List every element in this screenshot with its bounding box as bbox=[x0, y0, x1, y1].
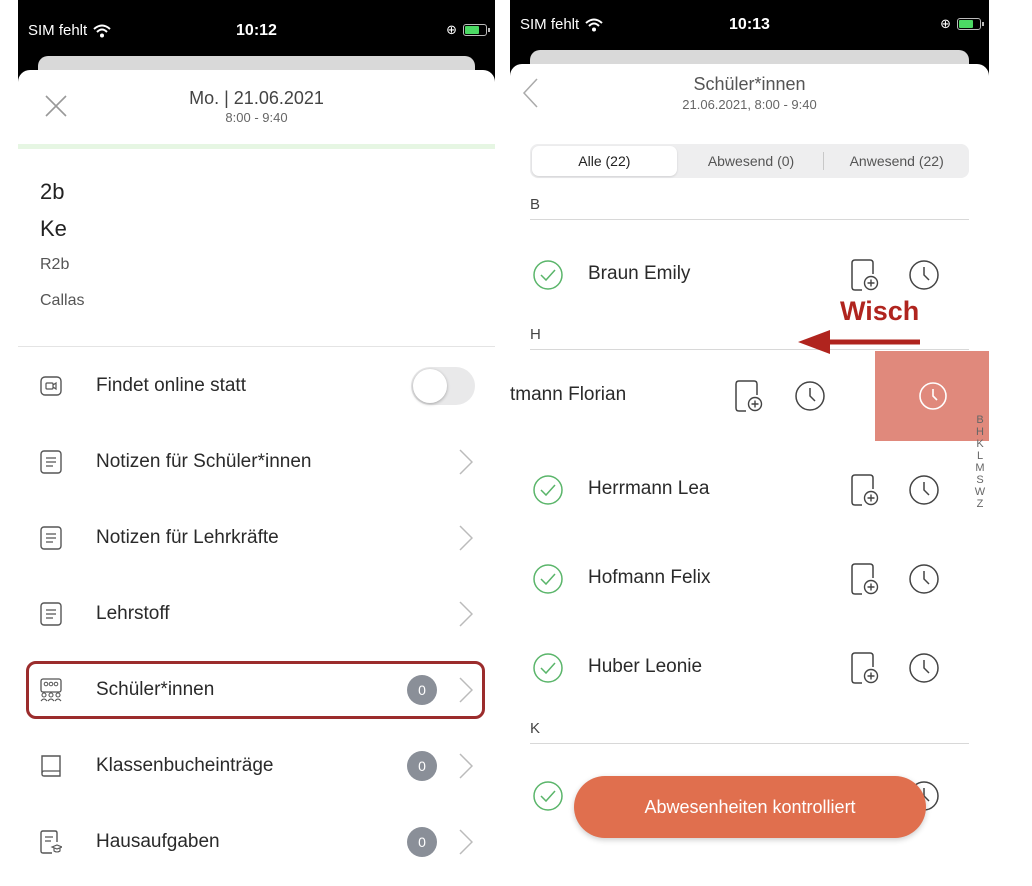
student-row-swiped[interactable]: tmann Florian bbox=[510, 366, 989, 426]
menu-item-lehrstoff[interactable]: Lehrstoff bbox=[18, 576, 495, 652]
clock-icon[interactable] bbox=[908, 652, 940, 684]
student-row[interactable]: Hofmann Felix bbox=[510, 549, 989, 609]
chevron-right-icon bbox=[459, 677, 473, 703]
status-right: ⊕ bbox=[446, 22, 490, 38]
menu-label: Notizen für Lehrkräfte bbox=[96, 527, 279, 548]
chevron-right-icon bbox=[459, 829, 473, 855]
status-bar: SIM fehlt 10:12 ⊕ bbox=[18, 0, 495, 44]
orientation-lock-icon: ⊕ bbox=[446, 22, 457, 37]
index-letter[interactable]: K bbox=[973, 438, 987, 450]
student-name: Hofmann Felix bbox=[588, 567, 711, 588]
index-letter[interactable]: S bbox=[973, 474, 987, 486]
menu-label: Lehrstoff bbox=[96, 603, 170, 624]
chevron-right-icon bbox=[459, 525, 473, 551]
note-icon bbox=[40, 602, 62, 626]
menu-label: Findet online statt bbox=[96, 375, 246, 396]
menu-item-teacher-notes[interactable]: Notizen für Lehrkräfte bbox=[18, 500, 495, 576]
menu-item-student-notes[interactable]: Notizen für Schüler*innen bbox=[18, 424, 495, 500]
students-header: Schüler*innen 21.06.2021, 8:00 - 9:40 bbox=[510, 64, 989, 126]
menu-label: Hausaufgaben bbox=[96, 831, 220, 852]
chevron-right-icon bbox=[459, 601, 473, 627]
present-check-icon[interactable] bbox=[532, 780, 564, 812]
status-time: 10:12 bbox=[236, 22, 277, 39]
class-name: 2b bbox=[40, 179, 65, 204]
video-icon bbox=[40, 376, 62, 396]
add-note-icon[interactable] bbox=[734, 379, 764, 413]
menu-item-students[interactable]: Schüler*innen 0 bbox=[18, 652, 495, 728]
menu-item-classbook[interactable]: Klassenbucheinträge 0 bbox=[18, 728, 495, 804]
note-icon bbox=[40, 450, 62, 474]
count-badge: 0 bbox=[407, 827, 437, 857]
teacher-name: Callas bbox=[40, 292, 85, 309]
students-icon bbox=[40, 678, 62, 702]
lesson-header: Mo. | 21.06.2021 8:00 - 9:40 bbox=[18, 70, 495, 144]
chevron-right-icon bbox=[459, 753, 473, 779]
lesson-info: 2b Ke R2b Callas bbox=[18, 149, 495, 347]
add-note-icon[interactable] bbox=[850, 651, 880, 685]
add-note-icon[interactable] bbox=[850, 473, 880, 507]
left-screen: SIM fehlt 10:12 ⊕ Mo. | 21.06.2021 8:00 … bbox=[18, 0, 495, 886]
index-letter[interactable]: L bbox=[973, 450, 987, 462]
note-icon bbox=[40, 526, 62, 550]
subject-name: Ke bbox=[40, 216, 67, 241]
index-letter[interactable]: W bbox=[973, 486, 987, 498]
student-name: Braun Emily bbox=[588, 263, 691, 284]
present-check-icon[interactable] bbox=[532, 259, 564, 291]
lesson-sheet: Mo. | 21.06.2021 8:00 - 9:40 2b Ke R2b C… bbox=[18, 70, 495, 886]
menu-item-homework[interactable]: Hausaufgaben 0 bbox=[18, 804, 495, 880]
index-letter[interactable]: B bbox=[973, 414, 987, 426]
count-badge: 0 bbox=[407, 751, 437, 781]
clock-icon[interactable] bbox=[908, 259, 940, 291]
lesson-time: 8:00 - 9:40 bbox=[225, 110, 288, 125]
filter-segmented-control: Alle (22) Abwesend (0) Anwesend (22) bbox=[530, 144, 969, 178]
segment-present[interactable]: Anwesend (22) bbox=[824, 153, 969, 169]
student-name: Huber Leonie bbox=[588, 656, 703, 677]
index-letter[interactable]: H bbox=[973, 426, 987, 438]
add-note-icon[interactable] bbox=[850, 258, 880, 292]
right-screen: SIM fehlt 10:13 ⊕ Schüler*innen 21.06.20… bbox=[510, 0, 989, 886]
student-name: tmann Florian bbox=[510, 384, 627, 405]
homework-icon bbox=[40, 830, 62, 854]
present-check-icon[interactable] bbox=[532, 474, 564, 506]
online-toggle[interactable] bbox=[411, 367, 475, 405]
status-bar: SIM fehlt 10:13 ⊕ bbox=[510, 0, 989, 38]
students-sheet: Schüler*innen 21.06.2021, 8:00 - 9:40 Al… bbox=[510, 64, 989, 886]
swipe-arrow-icon bbox=[798, 330, 920, 354]
section-header: B bbox=[530, 196, 969, 220]
student-row[interactable]: Huber Leonie bbox=[510, 638, 989, 698]
present-check-icon[interactable] bbox=[532, 563, 564, 595]
status-right: ⊕ bbox=[940, 16, 984, 32]
menu-label: Schüler*innen bbox=[96, 679, 215, 700]
room-name: R2b bbox=[40, 256, 70, 273]
student-row[interactable]: Herrmann Lea bbox=[510, 460, 989, 520]
battery-icon bbox=[957, 18, 984, 30]
menu-item-online[interactable]: Findet online statt bbox=[18, 348, 495, 424]
battery-icon bbox=[463, 24, 490, 36]
lesson-menu: Findet online statt Notizen für Schüler*… bbox=[18, 348, 495, 880]
present-check-icon[interactable] bbox=[532, 652, 564, 684]
menu-label: Klassenbucheinträge bbox=[96, 755, 274, 776]
segment-all[interactable]: Alle (22) bbox=[532, 146, 677, 176]
clock-icon[interactable] bbox=[908, 474, 940, 506]
count-badge: 0 bbox=[407, 675, 437, 705]
section-header: K bbox=[530, 720, 969, 744]
orientation-lock-icon: ⊕ bbox=[940, 16, 951, 31]
status-time: 10:13 bbox=[729, 16, 770, 33]
book-icon bbox=[41, 755, 61, 777]
clock-icon[interactable] bbox=[908, 563, 940, 595]
segment-absent[interactable]: Abwesend (0) bbox=[679, 153, 824, 169]
alphabet-index[interactable]: B H K L M S W Z bbox=[973, 414, 987, 510]
student-name: Herrmann Lea bbox=[588, 478, 710, 499]
absences-checked-button[interactable]: Abwesenheiten kontrolliert bbox=[574, 776, 926, 838]
menu-label: Notizen für Schüler*innen bbox=[96, 451, 312, 472]
lesson-date: Mo. | 21.06.2021 bbox=[189, 88, 324, 108]
page-subtitle: 21.06.2021, 8:00 - 9:40 bbox=[682, 97, 817, 112]
page-title: Schüler*innen bbox=[693, 74, 806, 94]
chevron-right-icon bbox=[459, 449, 473, 475]
clock-icon[interactable] bbox=[794, 380, 826, 412]
index-letter[interactable]: M bbox=[973, 462, 987, 474]
add-note-icon[interactable] bbox=[850, 562, 880, 596]
index-letter[interactable]: Z bbox=[973, 498, 987, 510]
